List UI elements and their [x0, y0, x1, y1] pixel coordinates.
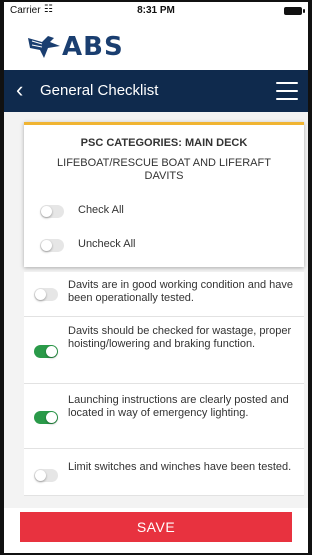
back-chevron-icon[interactable]: ‹	[16, 79, 23, 101]
item-toggle[interactable]	[34, 288, 58, 301]
page-title: General Checklist	[40, 82, 159, 99]
item-toggle[interactable]	[34, 345, 58, 358]
hamburger-menu-icon[interactable]	[276, 82, 298, 100]
logo-text: ABS	[62, 32, 124, 62]
checklist-content[interactable]: PSC CATEGORIES: MAIN DECK LIFEBOAT/RESCU…	[4, 112, 308, 508]
check-all-toggle[interactable]	[40, 205, 64, 218]
item-text: Davits are in good working condition and…	[68, 279, 294, 304]
item-toggle[interactable]	[34, 411, 58, 424]
save-bar: SAVE	[4, 508, 308, 555]
status-bar: Carrier ☷ 8:31 PM	[4, 2, 308, 20]
battery-icon	[284, 7, 305, 15]
list-item[interactable]: Davits should be checked for wastage, pr…	[24, 317, 304, 384]
list-item[interactable]: Limit switches and winches have been tes…	[24, 449, 304, 496]
list-item[interactable]: Launching instructions are clearly poste…	[24, 384, 304, 449]
nav-bar: ‹ General Checklist	[4, 70, 308, 112]
item-toggle[interactable]	[34, 469, 58, 482]
abs-logo: ABS	[26, 22, 136, 70]
list-item[interactable]: Davits are in good working condition and…	[24, 272, 304, 317]
category-card: PSC CATEGORIES: MAIN DECK LIFEBOAT/RESCU…	[24, 122, 304, 267]
clock: 8:31 PM	[137, 5, 175, 16]
uncheck-all-toggle[interactable]	[40, 239, 64, 252]
uncheck-all-label: Uncheck All	[78, 238, 136, 250]
eagle-logo-icon	[28, 36, 60, 58]
category-subtitle: LIFEBOAT/RESCUE BOAT AND LIFERAFT DAVITS	[57, 157, 271, 182]
item-text: Launching instructions are clearly poste…	[68, 394, 289, 419]
save-button[interactable]: SAVE	[20, 512, 292, 542]
item-text: Davits should be checked for wastage, pr…	[68, 325, 292, 350]
check-all-label: Check All	[78, 204, 124, 216]
category-title: PSC CATEGORIES: MAIN DECK	[80, 137, 248, 149]
item-text: Limit switches and winches have been tes…	[68, 461, 292, 473]
